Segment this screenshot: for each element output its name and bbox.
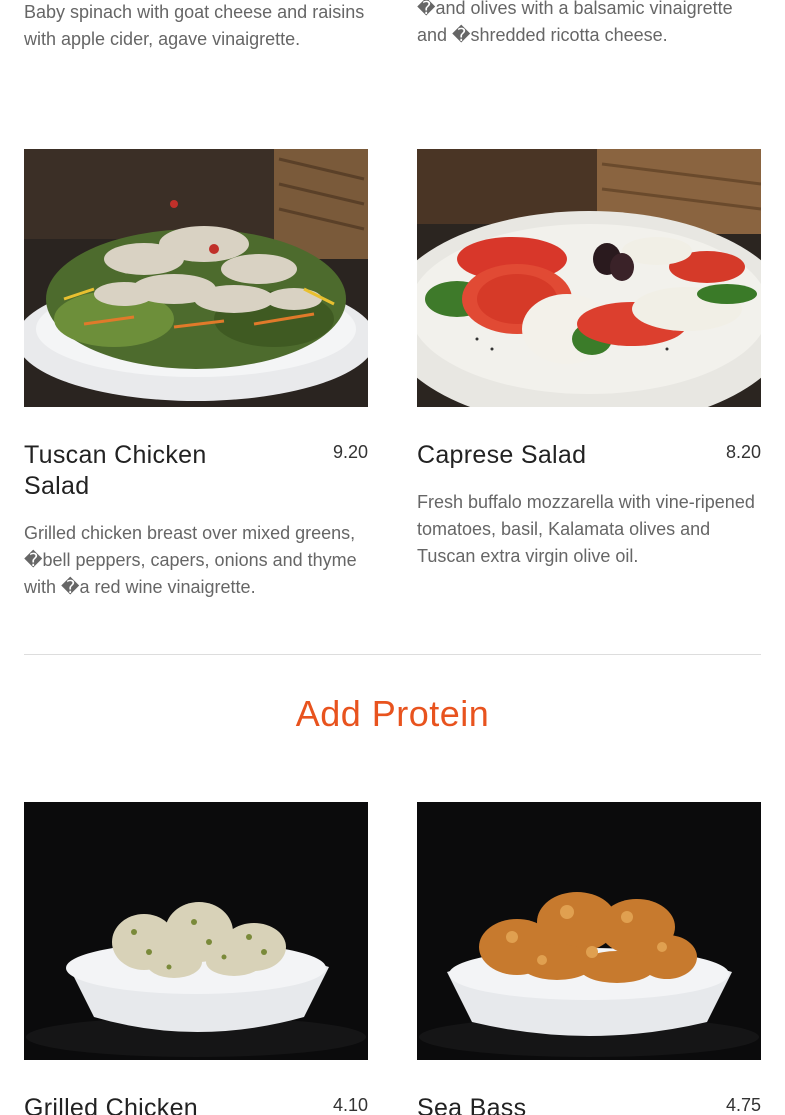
dish-price: 9.20 xyxy=(332,442,368,462)
menu-page: Baby spinach with goat cheese and raisin… xyxy=(0,0,785,1115)
menu-item-tuscan-chicken-salad[interactable]: Tuscan Chicken Salad 9.20 Grilled chicke… xyxy=(24,149,368,601)
tuscan-chicken-salad-photo[interactable] xyxy=(24,149,368,407)
menu-item-sea-bass[interactable]: Sea Bass 4.75 xyxy=(417,802,761,1115)
caprese-salad-photo[interactable] xyxy=(417,149,761,407)
sea-bass-photo[interactable] xyxy=(417,802,761,1060)
dish-name: Tuscan Chicken Salad xyxy=(24,441,207,500)
item-description: �and olives with a balsamic vinaigrette … xyxy=(417,0,733,45)
item-description: Baby spinach with goat cheese and raisin… xyxy=(24,2,365,49)
dish-description: Grilled chicken breast over mixed greens… xyxy=(24,523,357,597)
grilled-chicken-photo[interactable] xyxy=(24,802,368,1060)
dish-price: 4.75 xyxy=(725,1095,761,1115)
section-title: Add Protein xyxy=(295,693,490,734)
menu-item-caprese-salad[interactable]: Caprese Salad 8.20 Fresh buffalo mozzare… xyxy=(417,149,761,570)
menu-item-grilled-chicken[interactable]: Grilled Chicken 4.10 xyxy=(24,802,368,1115)
dish-name: Grilled Chicken xyxy=(24,1094,199,1115)
dish-name: Caprese Salad xyxy=(417,441,587,469)
dish-description: Fresh buffalo mozzarella with vine-ripen… xyxy=(417,492,755,566)
dish-name: Sea Bass xyxy=(417,1094,527,1115)
dish-price: 4.10 xyxy=(332,1095,368,1115)
dish-price: 8.20 xyxy=(725,442,761,462)
section-divider xyxy=(24,654,761,655)
